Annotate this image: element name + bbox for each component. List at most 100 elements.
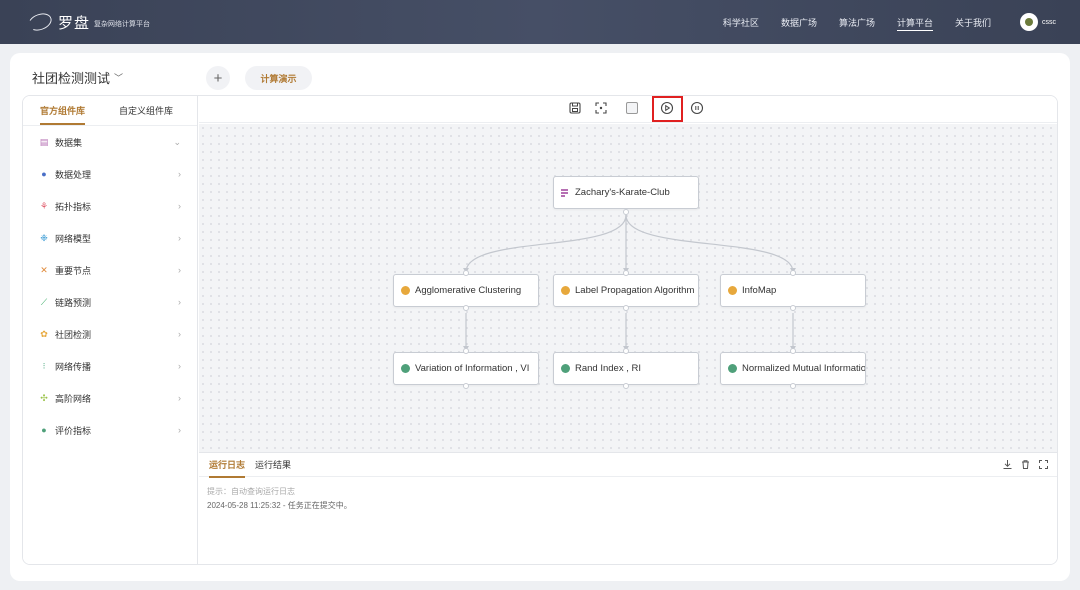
add-tab-button[interactable]: + — [206, 66, 230, 90]
output-port[interactable] — [623, 305, 629, 311]
input-port[interactable] — [790, 270, 796, 276]
log-line: 2024-05-28 11:25:32 - 任务正在提交中。 — [207, 501, 352, 510]
dataset-icon — [561, 188, 570, 197]
log-tabs: 运行日志 运行结果 — [199, 453, 1057, 478]
community-detection-icon — [561, 286, 570, 295]
main-nav: 科学社区 数据广场 算法广场 计算平台 关于我们 cssc — [712, 0, 1056, 44]
node-rand-index[interactable]: Rand Index , RI — [553, 352, 699, 385]
important-node-icon: ✕ — [40, 264, 48, 275]
download-icon[interactable] — [1001, 458, 1013, 470]
evaluation-icon — [728, 364, 737, 373]
sidebar-item-label: 重要节点 — [55, 265, 92, 276]
nav-item-data-square[interactable]: 数据广场 — [770, 0, 828, 44]
sidebar-item-link-prediction[interactable]: ⟋ 链路预测 › — [23, 286, 197, 318]
node-agglomerative-clustering[interactable]: Agglomerative Clustering — [393, 274, 539, 307]
output-port[interactable] — [463, 383, 469, 389]
higher-order-icon: ✣ — [40, 392, 48, 403]
sidebar-item-topology[interactable]: ⚘ 拓扑指标 › — [23, 190, 197, 222]
nav-item-compute-platform[interactable]: 计算平台 — [886, 0, 944, 44]
flow-canvas[interactable]: Zachary's-Karate-Club Agglomerative Clus… — [199, 124, 1057, 452]
input-port[interactable] — [463, 270, 469, 276]
output-port[interactable] — [463, 305, 469, 311]
chevron-down-icon: ⌄ — [173, 136, 181, 147]
sidebar-item-important-node[interactable]: ✕ 重要节点 › — [23, 254, 197, 286]
input-port[interactable] — [463, 348, 469, 354]
node-label-propagation[interactable]: Label Propagation Algorithm — [553, 274, 699, 307]
input-port[interactable] — [623, 348, 629, 354]
tab-official-components[interactable]: 官方组件库 — [40, 104, 86, 125]
chevron-right-icon: › — [178, 169, 181, 179]
log-hint: 提示：自动查询运行日志 — [207, 487, 295, 496]
edge-dataset-agglomerative — [465, 214, 627, 273]
network-model-icon: ❉ — [40, 232, 48, 243]
tab-compute-demo[interactable]: 计算演示 — [245, 66, 312, 90]
tab-run-log[interactable]: 运行日志 — [209, 458, 246, 478]
sidebar-item-higher-order[interactable]: ✣ 高阶网络 › — [23, 382, 197, 414]
chevron-right-icon: › — [178, 393, 181, 403]
edge-dataset-infomap — [625, 214, 794, 273]
sidebar-item-data-processing[interactable]: ● 数据处理 › — [23, 158, 197, 190]
chevron-right-icon: › — [178, 361, 181, 371]
select-box-icon[interactable] — [625, 101, 639, 115]
community-detection-icon: ✿ — [40, 328, 48, 339]
node-label: Label Propagation Algorithm — [575, 285, 695, 296]
chevron-right-icon: › — [178, 233, 181, 243]
node-label: Normalized Mutual Information — [742, 363, 866, 374]
node-normalized-mutual-information[interactable]: Normalized Mutual Information — [720, 352, 866, 385]
community-detection-icon — [401, 286, 410, 295]
node-infomap[interactable]: InfoMap — [720, 274, 866, 307]
output-port[interactable] — [790, 383, 796, 389]
chevron-right-icon: › — [178, 425, 181, 435]
output-port[interactable] — [623, 209, 629, 215]
canvas-toolbar — [199, 96, 1057, 123]
delete-icon[interactable] — [1019, 458, 1031, 470]
fit-view-icon[interactable] — [594, 101, 608, 115]
project-selector[interactable]: 社团检测测试 ﹀ — [32, 68, 123, 87]
sidebar-item-network-model[interactable]: ❉ 网络模型 › — [23, 222, 197, 254]
dataset-icon: ▤ — [39, 136, 49, 147]
network-spread-icon: ⁝ — [42, 360, 46, 371]
sidebar-item-label: 网络模型 — [55, 233, 92, 244]
node-label: Variation of Information , VI — [415, 363, 530, 374]
node-label: Rand Index , RI — [575, 363, 642, 374]
sidebar-item-dataset[interactable]: ▤ 数据集 ⌄ — [23, 126, 197, 158]
node-label: InfoMap — [742, 285, 777, 296]
sidebar-item-label: 链路预测 — [55, 297, 92, 308]
nav-item-about-us[interactable]: 关于我们 — [944, 0, 1002, 44]
evaluation-icon — [401, 364, 410, 373]
compass-logo-icon — [25, 10, 55, 34]
sidebar-item-label: 数据处理 — [55, 169, 92, 180]
pause-icon[interactable] — [690, 101, 704, 115]
log-panel: 运行日志 运行结果 提示：自动查询运行日志 2024-05-28 11:25:3… — [199, 452, 1057, 564]
node-label: Agglomerative Clustering — [415, 285, 522, 296]
user-menu[interactable]: cssc — [1020, 13, 1056, 31]
brand[interactable]: 罗盘 复杂网络计算平台 — [25, 10, 150, 34]
fullscreen-icon[interactable] — [1037, 458, 1049, 470]
node-variation-of-information[interactable]: Variation of Information , VI — [393, 352, 539, 385]
sidebar-item-network-spread[interactable]: ⁝ 网络传播 › — [23, 350, 197, 382]
nav-item-community[interactable]: 科学社区 — [712, 0, 770, 44]
sidebar-item-community-detection[interactable]: ✿ 社团检测 › — [23, 318, 197, 350]
project-title: 社团检测测试 — [32, 71, 111, 86]
output-port[interactable] — [623, 383, 629, 389]
node-dataset[interactable]: Zachary's-Karate-Club — [553, 176, 699, 209]
sidebar-item-label: 拓扑指标 — [55, 201, 92, 212]
tab-run-result[interactable]: 运行结果 — [255, 458, 291, 471]
nav-item-algorithm-square[interactable]: 算法广场 — [828, 0, 886, 44]
chevron-right-icon: › — [178, 201, 181, 211]
chevron-right-icon: › — [178, 329, 181, 339]
input-port[interactable] — [623, 270, 629, 276]
input-port[interactable] — [790, 348, 796, 354]
brand-name: 罗盘 — [58, 13, 91, 32]
evaluation-icon — [561, 364, 570, 373]
output-port[interactable] — [790, 305, 796, 311]
user-name: cssc — [1042, 18, 1056, 26]
sidebar-item-label: 数据集 — [55, 137, 83, 148]
sidebar-tabs: 官方组件库 自定义组件库 — [23, 96, 197, 126]
sidebar-item-label: 社团检测 — [55, 329, 92, 340]
save-icon[interactable] — [568, 101, 582, 115]
tab-custom-components[interactable]: 自定义组件库 — [119, 104, 173, 117]
topology-icon: ⚘ — [39, 200, 49, 211]
sidebar-item-evaluation[interactable]: ● 评价指标 › — [23, 414, 197, 446]
top-navigation-bar: 罗盘 复杂网络计算平台 科学社区 数据广场 算法广场 计算平台 关于我们 css… — [0, 0, 1080, 44]
